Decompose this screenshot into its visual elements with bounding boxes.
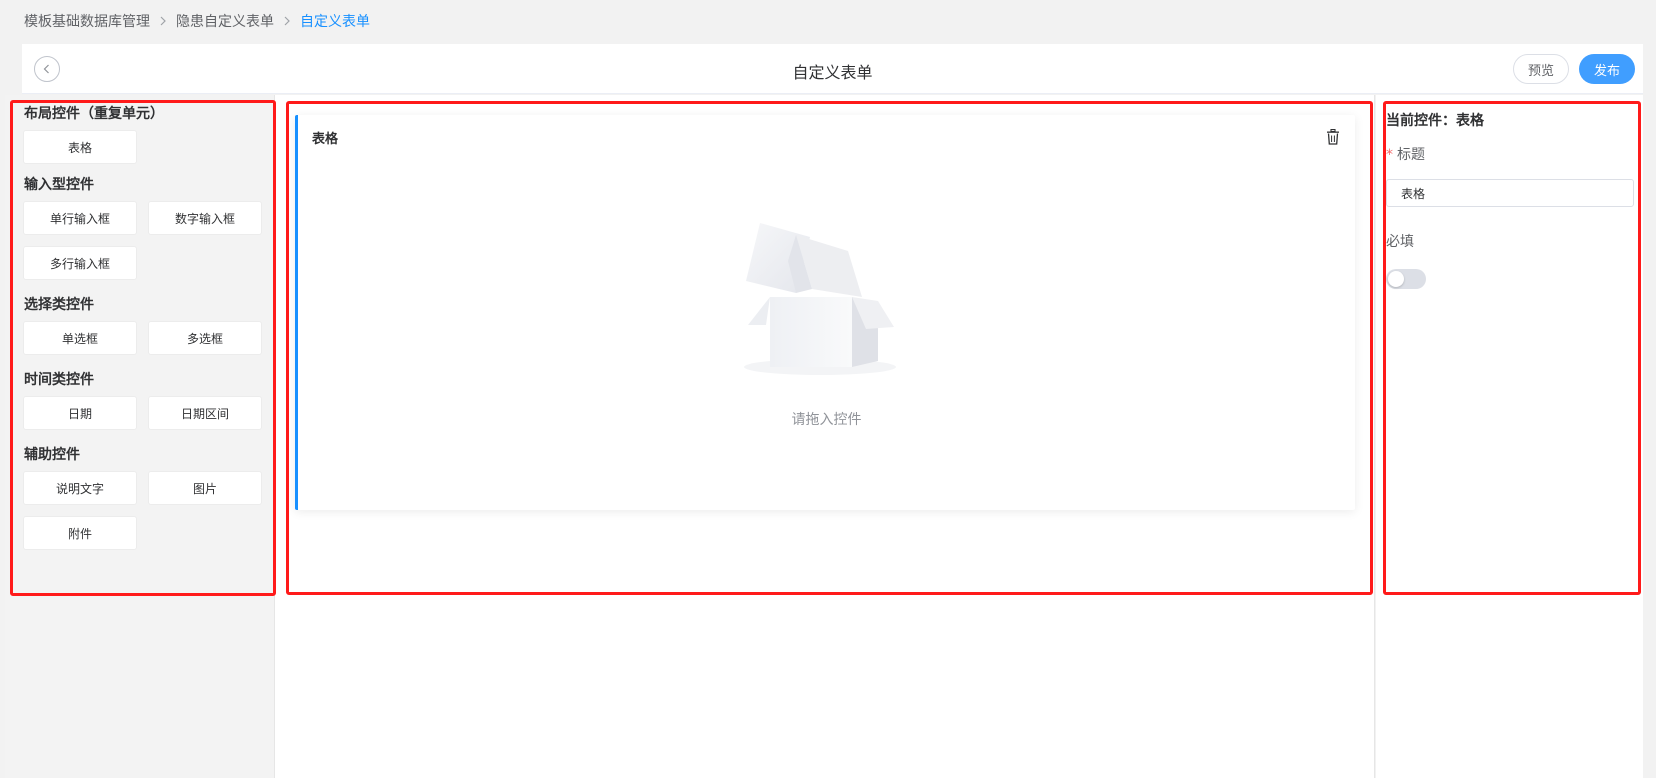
toggle-knob	[1388, 271, 1404, 287]
breadcrumb-item-hazard-form[interactable]: 隐患自定义表单	[176, 11, 274, 31]
palette-item-date[interactable]: 日期	[23, 396, 137, 430]
title-input[interactable]	[1386, 179, 1634, 207]
breadcrumb-item-template-db[interactable]: 模板基础数据库管理	[24, 11, 150, 31]
title-field-label: * 标题	[1386, 147, 1425, 163]
empty-box-icon	[744, 223, 896, 375]
palette-item-table[interactable]: 表格	[23, 130, 137, 164]
palette-item-radio[interactable]: 单选框	[23, 321, 137, 355]
group-title-input: 输入型控件	[24, 177, 94, 193]
preview-button[interactable]: 预览	[1513, 54, 1569, 84]
palette-item-number-input[interactable]: 数字输入框	[148, 201, 262, 235]
chevron-right-icon	[150, 16, 176, 26]
required-toggle[interactable]	[1386, 269, 1426, 289]
group-title-time: 时间类控件	[24, 372, 94, 388]
form-canvas: 表格 请拖入控件	[275, 95, 1375, 778]
palette-item-image[interactable]: 图片	[148, 471, 262, 505]
group-title-select: 选择类控件	[24, 297, 94, 313]
palette-item-multi-line-input[interactable]: 多行输入框	[23, 246, 137, 280]
palette-item-single-line-input[interactable]: 单行输入框	[23, 201, 137, 235]
current-control-title: 当前控件：表格	[1386, 113, 1484, 129]
properties-panel: 当前控件：表格 *标题 必填	[1376, 95, 1643, 778]
empty-placeholder-text: 请拖入控件	[791, 412, 862, 428]
required-label: 必填	[1386, 234, 1414, 250]
group-title-auxiliary: 辅助控件	[24, 447, 80, 463]
page-title: 自定义表单	[792, 63, 873, 82]
chevron-right-icon	[274, 16, 300, 26]
palette-item-date-range[interactable]: 日期区间	[148, 396, 262, 430]
control-palette: 布局控件（重复单元） 表格 输入型控件 单行输入框 数字输入框 多行输入框 选择…	[5, 95, 275, 778]
palette-item-description-text[interactable]: 说明文字	[23, 471, 137, 505]
palette-item-attachment[interactable]: 附件	[23, 516, 137, 550]
group-title-layout: 布局控件（重复单元）	[24, 106, 164, 122]
page-header: 自定义表单 预览 发布	[22, 44, 1643, 94]
breadcrumb: 模板基础数据库管理 隐患自定义表单 自定义表单	[24, 11, 370, 31]
breadcrumb-item-custom-form: 自定义表单	[300, 14, 370, 30]
required-asterisk: *	[1386, 147, 1393, 163]
card-title: 表格	[312, 132, 339, 147]
palette-item-checkbox[interactable]: 多选框	[148, 321, 262, 355]
trash-icon[interactable]	[1326, 129, 1340, 145]
table-component-card[interactable]: 表格 请拖入控件	[295, 115, 1355, 510]
form-designer-page: 模板基础数据库管理 隐患自定义表单 自定义表单 自定义表单 预览 发布 布局控件…	[0, 0, 1656, 778]
publish-button[interactable]: 发布	[1579, 54, 1635, 84]
